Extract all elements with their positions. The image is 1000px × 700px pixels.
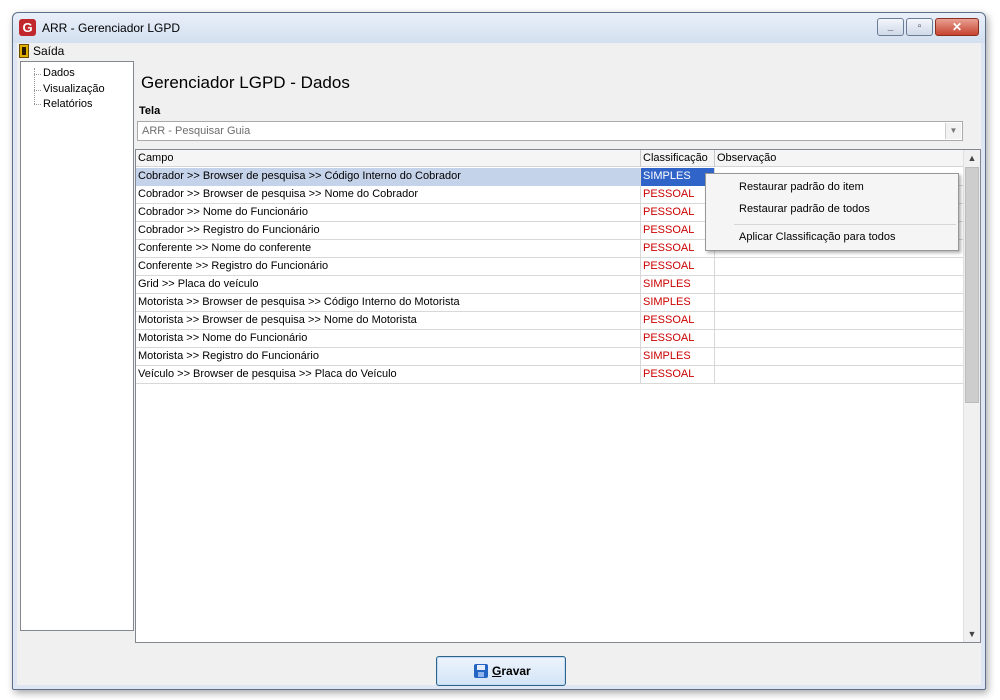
client-area: Dados Visualização Relatórios Gerenciado… <box>17 59 981 686</box>
table-row[interactable]: Motorista >> Browser de pesquisa >> Nome… <box>136 312 964 330</box>
cell-campo[interactable]: Conferente >> Nome do conferente <box>136 240 641 258</box>
cell-classificacao[interactable]: SIMPLES <box>641 294 715 312</box>
menu-exit[interactable]: Saída <box>19 43 64 59</box>
menu-separator <box>734 224 956 225</box>
save-label-rest: ravar <box>501 664 531 678</box>
cell-observacao[interactable] <box>715 276 964 294</box>
cell-campo[interactable]: Grid >> Placa do veículo <box>136 276 641 294</box>
column-header-campo[interactable]: Campo <box>136 150 641 167</box>
cell-observacao[interactable] <box>715 366 964 384</box>
tela-label: Tela <box>139 105 161 117</box>
close-icon: ✕ <box>951 20 963 34</box>
tree-branch <box>34 90 41 91</box>
close-button[interactable]: ✕ <box>935 18 979 36</box>
cell-campo[interactable]: Veículo >> Browser de pesquisa >> Placa … <box>136 366 641 384</box>
tela-select-value: ARR - Pesquisar Guia <box>142 125 251 137</box>
cell-campo[interactable]: Cobrador >> Nome do Funcionário <box>136 204 641 222</box>
title-bar[interactable]: G ARR - Gerenciador LGPD _ ▫ ✕ <box>13 13 985 43</box>
table-row[interactable]: Veículo >> Browser de pesquisa >> Placa … <box>136 366 964 384</box>
cell-classificacao[interactable]: PESSOAL <box>641 204 715 222</box>
app-logo-icon: G <box>19 19 36 36</box>
navigation-tree: Dados Visualização Relatórios <box>20 61 134 631</box>
table-row[interactable]: Conferente >> Registro do Funcionário PES… <box>136 258 964 276</box>
chevron-down-icon[interactable]: ▼ <box>945 123 961 139</box>
minimize-icon: _ <box>887 21 894 32</box>
menu-item-restore-item[interactable]: Restaurar padrão do item <box>739 181 864 193</box>
tree-branch <box>34 104 41 105</box>
cell-campo[interactable]: Motorista >> Nome do Funcionário <box>136 330 641 348</box>
scroll-down-icon[interactable]: ▼ <box>964 626 980 642</box>
cell-campo[interactable]: Cobrador >> Browser de pesquisa >> Códig… <box>136 168 641 186</box>
tree-item-dados[interactable]: Dados <box>43 67 75 79</box>
grid-scrollbar[interactable]: ▲ ▼ <box>963 150 980 642</box>
cell-classificacao[interactable]: SIMPLES <box>641 168 715 186</box>
cell-campo[interactable]: Motorista >> Registro do Funcionário <box>136 348 641 366</box>
tree-item-visualizacao[interactable]: Visualização <box>43 83 105 95</box>
floppy-disk-icon <box>474 664 488 678</box>
menu-item-apply-all[interactable]: Aplicar Classificação para todos <box>739 231 896 243</box>
window-controls: _ ▫ ✕ <box>877 18 979 36</box>
scroll-up-icon[interactable]: ▲ <box>964 150 980 166</box>
table-row[interactable]: Motorista >> Registro do Funcionário SIMP… <box>136 348 964 366</box>
cell-campo[interactable]: Conferente >> Registro do Funcionário <box>136 258 641 276</box>
save-button[interactable]: Gravar <box>436 656 566 686</box>
save-hotkey-letter: G <box>492 664 502 678</box>
cell-classificacao[interactable]: PESSOAL <box>641 186 715 204</box>
cell-classificacao[interactable]: PESSOAL <box>641 258 715 276</box>
cell-campo[interactable]: Cobrador >> Browser de pesquisa >> Nome … <box>136 186 641 204</box>
column-header-classificacao[interactable]: Classificação <box>641 150 715 167</box>
tree-item-relatorios[interactable]: Relatórios <box>43 98 93 110</box>
exit-door-icon <box>19 44 29 58</box>
page-title: Gerenciador LGPD - Dados <box>141 73 350 92</box>
menu-item-restore-all[interactable]: Restaurar padrão de todos <box>739 203 870 215</box>
menu-exit-label: Saída <box>33 44 65 58</box>
cell-campo[interactable]: Motorista >> Browser de pesquisa >> Códi… <box>136 294 641 312</box>
cell-classificacao[interactable]: PESSOAL <box>641 312 715 330</box>
cell-classificacao[interactable]: PESSOAL <box>641 366 715 384</box>
cell-campo[interactable]: Cobrador >> Registro do Funcionário <box>136 222 641 240</box>
cell-classificacao[interactable]: PESSOAL <box>641 330 715 348</box>
table-row[interactable]: Motorista >> Browser de pesquisa >> Códi… <box>136 294 964 312</box>
cell-campo[interactable]: Motorista >> Browser de pesquisa >> Nome… <box>136 312 641 330</box>
cell-observacao[interactable] <box>715 294 964 312</box>
cell-classificacao[interactable]: SIMPLES <box>641 276 715 294</box>
save-button-label: Gravar <box>492 664 531 678</box>
maximize-button[interactable]: ▫ <box>906 18 933 36</box>
minimize-button[interactable]: _ <box>877 18 904 36</box>
cell-observacao[interactable] <box>715 330 964 348</box>
window-title: ARR - Gerenciador LGPD <box>42 21 181 35</box>
main-window: G ARR - Gerenciador LGPD _ ▫ ✕ Saída Dad… <box>12 12 986 690</box>
scrollbar-thumb[interactable] <box>965 167 979 403</box>
menu-bar: Saída <box>17 43 981 59</box>
table-row[interactable]: Grid >> Placa do veículo SIMPLES <box>136 276 964 294</box>
tree-branch <box>34 74 41 75</box>
cell-observacao[interactable] <box>715 312 964 330</box>
cell-classificacao[interactable]: PESSOAL <box>641 222 715 240</box>
column-header-observacao[interactable]: Observação <box>715 150 964 167</box>
table-row[interactable]: Motorista >> Nome do Funcionário PESSOAL <box>136 330 964 348</box>
grid-header: Campo Classificação Observação <box>136 150 964 167</box>
cell-classificacao[interactable]: PESSOAL <box>641 240 715 258</box>
cell-observacao[interactable] <box>715 348 964 366</box>
cell-observacao[interactable] <box>715 258 964 276</box>
tela-select[interactable]: ARR - Pesquisar Guia ▼ <box>137 121 963 141</box>
cell-classificacao[interactable]: SIMPLES <box>641 348 715 366</box>
context-menu: Restaurar padrão do item Restaurar padrã… <box>705 173 959 251</box>
maximize-icon: ▫ <box>917 21 922 32</box>
